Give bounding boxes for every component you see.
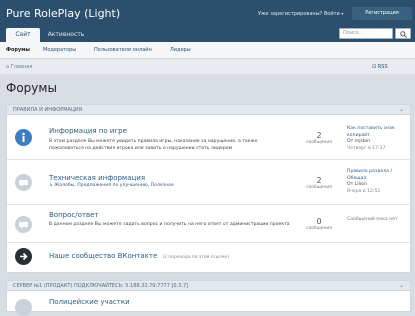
subnav-online-users[interactable]: Пользователи онлайн xyxy=(94,47,152,53)
post-count-value: 2 xyxy=(316,131,322,140)
subforum-list: ↳ Жалобы, Предложения по улучшению, Поле… xyxy=(49,183,174,188)
subforum-arrow-icon: ↳ xyxy=(49,183,53,188)
last-post: Правила раздела / Обещал. От Lilion Вчер… xyxy=(347,169,407,195)
tab-site[interactable]: Сайт xyxy=(6,28,40,42)
forum-title[interactable]: Вопрос/ответ xyxy=(49,211,98,219)
subnav-moderators[interactable]: Модераторы xyxy=(43,47,76,53)
post-count-label: сообщения xyxy=(306,185,332,190)
forum-row[interactable]: Полицейские участки xyxy=(7,291,410,316)
post-count: 2 сообщения xyxy=(303,131,335,145)
rss-label: RSS xyxy=(377,64,388,70)
login-link-label: Уже зарегистрированы? Войти xyxy=(258,11,340,17)
collapse-icon[interactable]: ⌄ xyxy=(399,282,404,289)
page-title: Форумы xyxy=(6,81,57,95)
breadcrumb-bar: ⌂ Главная ⊡ RSS xyxy=(0,59,415,74)
post-count-value: 0 xyxy=(316,217,322,226)
chat-bubble-icon xyxy=(15,299,32,316)
category-title: ПРАВИЛА И ИНФОРМАЦИЯ xyxy=(13,107,83,113)
forum-title[interactable]: Наше сообщество ВКонтакте xyxy=(49,252,157,260)
forum-row[interactable]: Техническая информация ↳ Жалобы, Предлож… xyxy=(7,160,410,205)
last-post-time: Вчера в 12:52 xyxy=(347,188,381,194)
search-input[interactable]: Поиск... xyxy=(339,28,393,39)
category-header[interactable]: СЕРВЕР №1 (ПРОДАКТ) ПОДКЛЮЧАЙТЕСЬ: 5.188… xyxy=(6,280,411,291)
search-button[interactable] xyxy=(395,28,411,39)
category-header[interactable]: ПРАВИЛА И ИНФОРМАЦИЯ ⌄ xyxy=(6,104,411,115)
tab-activity[interactable]: Активность xyxy=(46,28,86,42)
forum-description: В данном разделе Вы можете задать вопрос… xyxy=(49,222,290,227)
post-count-label: сообщения xyxy=(306,140,332,145)
site-logo[interactable]: Pure RolePlay (Light) xyxy=(6,7,120,20)
site-header: Pure RolePlay (Light) Уже зарегистрирова… xyxy=(0,0,415,42)
post-count: 0 сообщения xyxy=(303,217,335,231)
search-icon xyxy=(400,31,407,38)
category-title: СЕРВЕР №1 (ПРОДАКТ) ПОДКЛЮЧАЙТЕСЬ: 5.188… xyxy=(13,283,189,289)
last-post-title[interactable]: Правила раздела / Обещал. xyxy=(347,169,407,182)
last-post-time: Четверг в 17:37 xyxy=(347,145,386,151)
rss-link[interactable]: ⊡ RSS xyxy=(372,64,388,70)
post-count-value: 2 xyxy=(316,176,322,185)
redirect-arrow-icon xyxy=(15,248,32,265)
forum-row[interactable]: Наше сообщество ВКонтакте (2 перехода по… xyxy=(7,243,410,271)
post-count: 2 сообщения xyxy=(303,176,335,190)
forum-title[interactable]: Техническая информация xyxy=(49,174,145,182)
last-post-title[interactable]: Как поставить знак копирайт. xyxy=(347,126,407,139)
subnav-leaders[interactable]: Лидеры xyxy=(170,47,191,53)
register-button[interactable]: Регистрация xyxy=(352,7,412,20)
redirect-count: (2 перехода по этой ссылке) xyxy=(162,255,229,260)
forum-list: Полицейские участки xyxy=(6,291,411,316)
forum-title[interactable]: Информация по игре xyxy=(49,127,127,135)
login-link[interactable]: Уже зарегистрированы? Войти ▾ xyxy=(258,11,343,17)
chat-bubble-icon xyxy=(15,216,32,233)
forum-link-row[interactable]: Наше сообщество ВКонтакте (2 перехода по… xyxy=(49,252,229,260)
forum-list: Информация по игре В этом разделе Вы мож… xyxy=(6,115,411,273)
breadcrumb[interactable]: ⌂ Главная xyxy=(6,64,32,70)
collapse-icon[interactable]: ⌄ xyxy=(399,106,404,113)
chat-bubble-icon xyxy=(15,174,32,191)
forum-row[interactable]: Информация по игре В этом разделе Вы мож… xyxy=(7,115,410,160)
forum-description: В этом разделе Вы можете увидеть правила… xyxy=(49,139,258,151)
forum-row[interactable]: Вопрос/ответ В данном разделе Вы можете … xyxy=(7,205,410,243)
forum-title[interactable]: Полицейские участки xyxy=(49,298,130,306)
no-posts-text: Сообщений пока нет xyxy=(347,217,398,222)
rss-icon: ⊡ xyxy=(372,64,377,70)
post-count-label: сообщения xyxy=(306,226,332,231)
breadcrumb-home: Главная xyxy=(10,64,33,70)
home-icon: ⌂ xyxy=(6,64,10,70)
sub-navigation: Форумы Модераторы Пользователи онлайн Ли… xyxy=(0,42,415,59)
last-post: Как поставить знак копирайт. От mjsbin Ч… xyxy=(347,126,407,152)
chevron-down-icon: ▾ xyxy=(341,11,344,16)
info-icon xyxy=(15,129,32,146)
subnav-forums[interactable]: Форумы xyxy=(6,47,30,53)
subforum-links[interactable]: Жалобы, Предложения по улучшению, Полезн… xyxy=(54,183,173,188)
